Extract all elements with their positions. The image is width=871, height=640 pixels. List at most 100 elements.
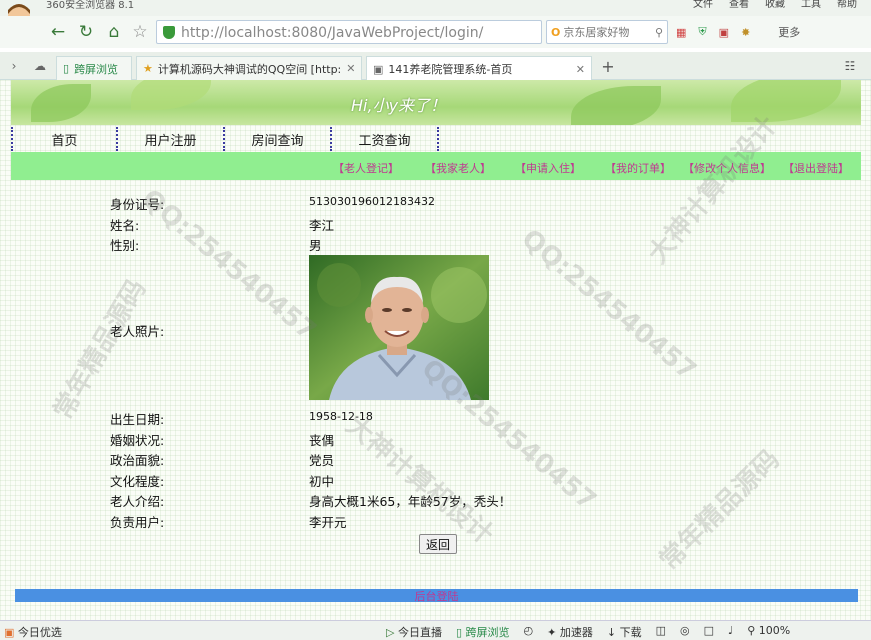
live-icon: ▷ — [386, 626, 395, 639]
main-nav: 首页 用户注册 房间查询 工资查询 — [11, 127, 861, 151]
tab-cross-screen[interactable]: ▯ 跨屏浏览 — [56, 56, 132, 80]
value-birth-date: 1958-12-18 — [309, 410, 373, 423]
home-icon[interactable]: ⌂ — [102, 20, 126, 44]
download-icon: ↓ — [606, 626, 617, 639]
watermark: 常年精品源码 — [48, 274, 153, 425]
status-live-label: 今日直播 — [397, 626, 442, 639]
user-subnav: 【老人登记】 【我家老人】 【申请入住】 【我的订单】 【修改个人信息】 【退出… — [11, 152, 861, 180]
browser-icon[interactable]: ◎ — [680, 624, 690, 640]
toolbar-extensions: ▦ ⛨ ▣ ✸ 更多 — [676, 24, 800, 40]
zoom-level[interactable]: ⚲ 100% — [747, 624, 790, 640]
back-button[interactable]: 返回 — [419, 534, 457, 554]
status-cross-label: 跨屏浏览 — [465, 626, 510, 639]
link-my-elders[interactable]: 【我家老人】 — [425, 160, 491, 176]
address-bar[interactable]: http://localhost:8080/JavaWebProject/log… — [156, 20, 542, 44]
accelerator-icon: ✦ — [547, 626, 557, 639]
label-name: 姓名: — [110, 218, 140, 233]
browser-title: 360安全浏览器 8.1 — [46, 0, 135, 11]
status-left[interactable]: ▣ 今日优选 — [4, 624, 62, 640]
more-menu[interactable]: 更多 — [778, 24, 800, 40]
link-edit-profile[interactable]: 【修改个人信息】 — [683, 160, 771, 176]
gift-icon: ▣ — [4, 626, 15, 639]
nav-room-query[interactable]: 房间查询 — [225, 127, 332, 151]
nav-salary-query[interactable]: 工资查询 — [332, 127, 439, 151]
label-gender: 性别: — [110, 238, 140, 253]
label-id-number: 身份证号: — [110, 197, 165, 212]
label-birth-date: 出生日期: — [110, 412, 165, 427]
value-marital-status: 丧偶 — [309, 433, 335, 448]
browser-statusbar: ▣ 今日优选 ▷ 今日直播 ▯ 跨屏浏览 ◴ ✦ 加速器 ↓ 下载 ◫ ◎ □ … — [0, 620, 871, 640]
close-icon[interactable]: ✕ — [346, 62, 355, 75]
tab-list-icon[interactable]: ☷ — [838, 54, 862, 78]
phone-icon: ▯ — [63, 62, 70, 75]
label-political-status: 政治面貌: — [110, 453, 165, 468]
search-icon[interactable]: ⚲ — [655, 26, 667, 39]
window-icon[interactable]: □ — [704, 624, 714, 640]
shield-extension-icon[interactable]: ⛨ — [698, 25, 706, 39]
browser-menus: 文件 查看 收藏 工具 帮助 — [693, 0, 857, 10]
volume-icon[interactable]: ♩ — [728, 624, 733, 640]
value-gender: 男 — [309, 238, 322, 253]
search-input[interactable]: O 京东居家好物 ⚲ — [546, 20, 668, 44]
menu-help[interactable]: 帮助 — [837, 0, 857, 10]
banner-greeting: Hi,小y来了！ — [351, 96, 447, 115]
nav-user-register[interactable]: 用户注册 — [118, 127, 225, 151]
tab-nursing-home[interactable]: ▣ 141养老院管理系统-首页 ✕ — [366, 56, 592, 81]
status-accelerator-label: 加速器 — [559, 626, 593, 639]
back-arrow-icon[interactable]: ← — [46, 20, 70, 44]
menu-favorites[interactable]: 收藏 — [765, 0, 785, 10]
admin-login-link[interactable]: 后台登陆 — [415, 588, 459, 604]
refresh-icon[interactable]: ↻ — [74, 20, 98, 44]
link-my-orders[interactable]: 【我的订单】 — [605, 160, 671, 176]
tab-label: 141养老院管理系统-首页 — [388, 63, 513, 76]
value-name: 李江 — [309, 218, 335, 233]
menu-file[interactable]: 文件 — [693, 0, 713, 10]
menu-view[interactable]: 查看 — [729, 0, 749, 10]
search-engine-icon: O — [551, 25, 561, 39]
value-id-number: 513030196012183432 — [309, 195, 435, 208]
tab-label: 跨屏浏览 — [74, 62, 119, 76]
status-download-label: 下载 — [619, 626, 642, 639]
footer-bar: 后台登陆 — [15, 588, 858, 604]
close-icon[interactable]: ✕ — [576, 63, 585, 76]
tab-bar: › ☁ ▯ 跨屏浏览 ★ 计算机源码大神调试的QQ空间 [http: ✕ ▣ 1… — [0, 52, 871, 81]
value-introduction: 身高大概1米65，年龄57岁，秃头！ — [309, 494, 512, 509]
sidebar-toggle-icon[interactable]: › — [2, 54, 26, 78]
label-responsible-user: 负责用户: — [110, 515, 165, 530]
status-cross-screen[interactable]: ▯ 跨屏浏览 — [456, 624, 510, 640]
shield-icon — [163, 26, 175, 39]
zoom-icon: ⚲ — [747, 624, 756, 637]
tab-label: 计算机源码大神调试的QQ空间 [http: — [157, 62, 342, 76]
value-education: 初中 — [309, 474, 335, 489]
layout-icon[interactable]: ◫ — [656, 624, 666, 640]
browser-toolbar: ← ↻ ⌂ ☆ http://localhost:8080/JavaWebPro… — [0, 16, 871, 48]
label-photo: 老人照片: — [110, 324, 165, 339]
cloud-icon[interactable]: ☁ — [28, 54, 52, 78]
link-logout[interactable]: 【退出登陆】 — [783, 160, 849, 176]
apps-icon[interactable]: ▦ — [676, 26, 686, 39]
tab-qq-space[interactable]: ★ 计算机源码大神调试的QQ空间 [http: ✕ — [136, 56, 362, 80]
status-download[interactable]: ↓ 下载 — [607, 624, 642, 640]
status-speed-icon[interactable]: ◴ — [524, 624, 534, 640]
image-favicon-icon: ▣ — [373, 62, 384, 76]
address-text: http://localhost:8080/JavaWebProject/log… — [181, 25, 484, 41]
leaf-decoration — [31, 84, 91, 122]
extension-icon[interactable]: ✸ — [741, 26, 750, 39]
label-marital-status: 婚姻状况: — [110, 433, 165, 448]
new-tab-button[interactable]: + — [596, 54, 620, 78]
status-right: ▷ 今日直播 ▯ 跨屏浏览 ◴ ✦ 加速器 ↓ 下载 ◫ ◎ □ ♩ ⚲ 100… — [386, 624, 790, 640]
header-banner: Hi,小y来了！ — [11, 80, 861, 125]
status-recommend: 今日优选 — [17, 626, 62, 639]
link-elder-register[interactable]: 【老人登记】 — [333, 160, 399, 176]
star-icon[interactable]: ☆ — [128, 20, 152, 44]
nav-home[interactable]: 首页 — [11, 127, 118, 151]
status-live[interactable]: ▷ 今日直播 — [386, 624, 442, 640]
page-content: Hi,小y来了！ 首页 用户注册 房间查询 工资查询 【老人登记】 【我家老人】… — [0, 80, 871, 620]
ad-block-icon[interactable]: ▣ — [719, 26, 729, 39]
status-accelerator[interactable]: ✦ 加速器 — [547, 624, 593, 640]
value-responsible-user: 李开元 — [309, 515, 347, 530]
link-apply-checkin[interactable]: 【申请入住】 — [515, 160, 581, 176]
menu-tools[interactable]: 工具 — [801, 0, 821, 10]
watermark: 大神计算机设计 — [340, 410, 499, 551]
browser-titlebar: 360安全浏览器 8.1 文件 查看 收藏 工具 帮助 — [0, 0, 871, 16]
